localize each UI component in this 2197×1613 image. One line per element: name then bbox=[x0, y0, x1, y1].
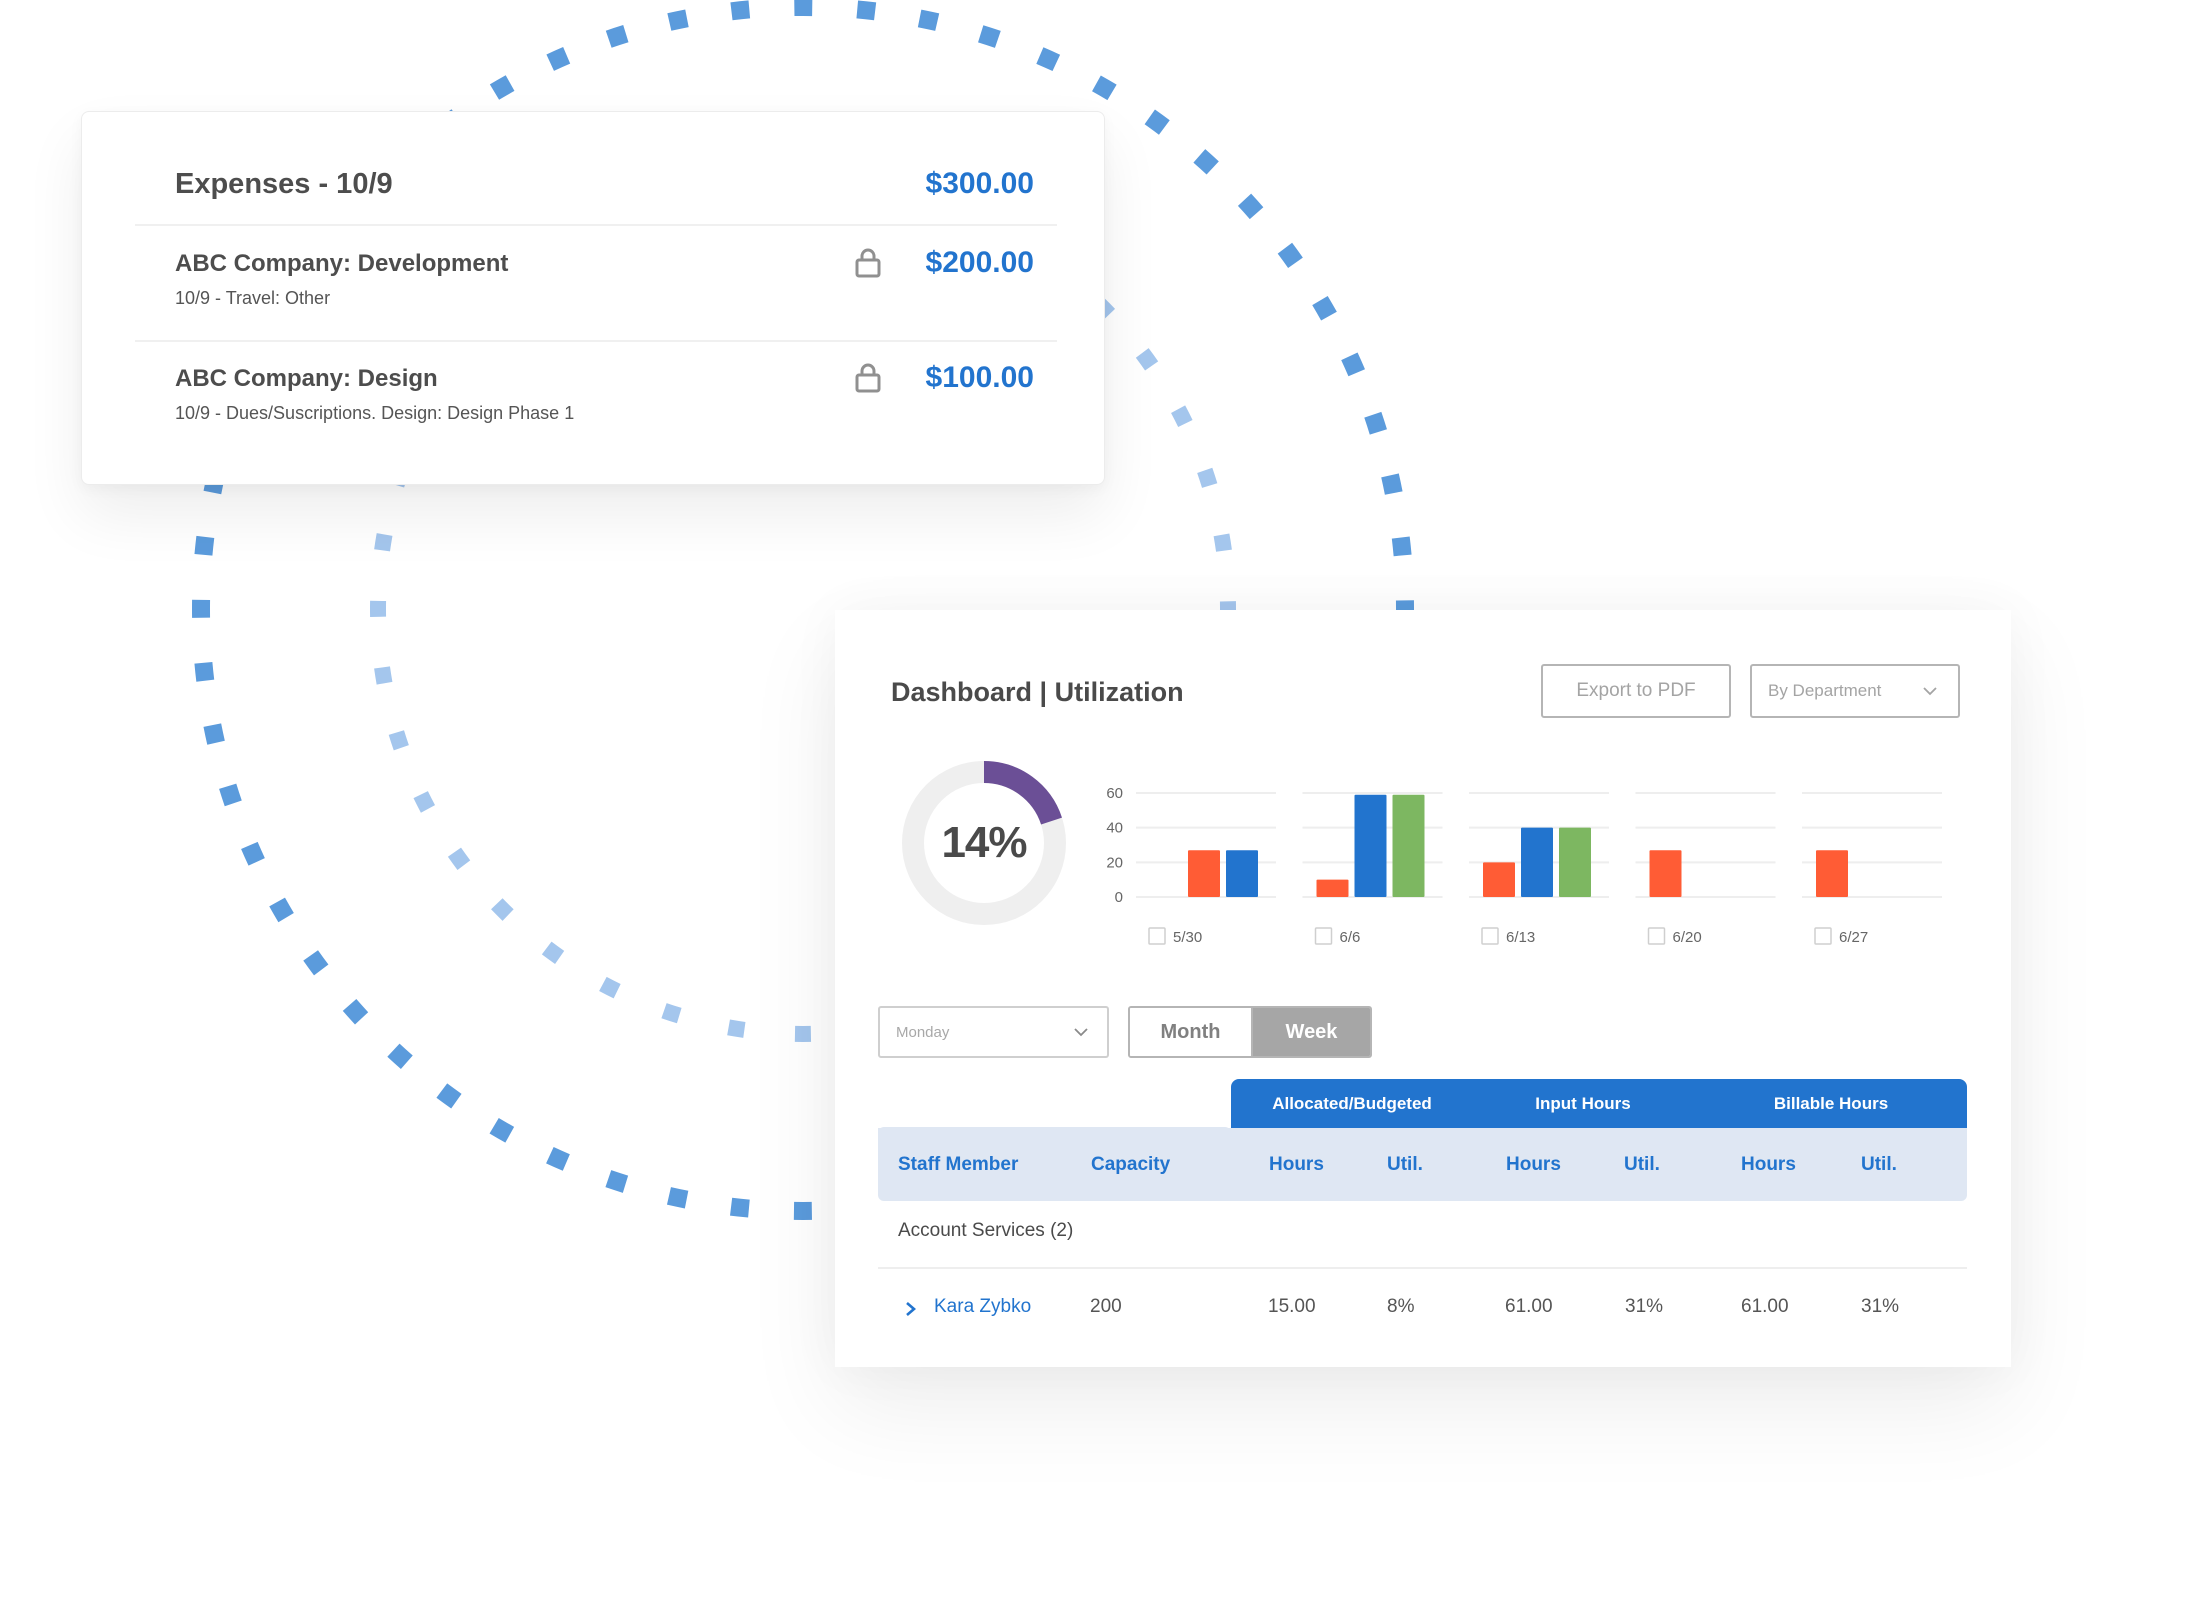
bar-blue-6-13 bbox=[1521, 827, 1553, 897]
category-checkbox[interactable] bbox=[1647, 927, 1666, 945]
col-input-util[interactable]: Util. bbox=[1624, 1128, 1660, 1201]
bar-orange-6-20 bbox=[1649, 850, 1682, 897]
billable-util-cell: 31% bbox=[1861, 1296, 1900, 1317]
chevron-down-icon bbox=[1923, 687, 1937, 696]
expense-item-title: ABC Company: Design bbox=[175, 365, 438, 392]
toggle-month[interactable]: Month bbox=[1130, 1008, 1253, 1056]
divider bbox=[878, 1267, 1967, 1269]
lock-icon bbox=[855, 248, 881, 278]
y-tick-label: 0 bbox=[1115, 889, 1123, 906]
day-select-value: Monday bbox=[896, 1023, 950, 1041]
expenses-total: $300.00 bbox=[925, 167, 1034, 200]
allocated-hours-cell: 15.00 bbox=[1268, 1296, 1316, 1317]
chevron-right-icon[interactable] bbox=[904, 1300, 918, 1318]
toggle-week[interactable]: Week bbox=[1253, 1008, 1370, 1056]
y-tick-label: 20 bbox=[1106, 854, 1123, 871]
category-checkbox[interactable] bbox=[1814, 927, 1832, 945]
col-allocated-hours[interactable]: Hours bbox=[1269, 1128, 1324, 1201]
bar-green-6-6 bbox=[1392, 794, 1425, 897]
table-group-header: Allocated/Budgeted Input Hours Billable … bbox=[1231, 1079, 1967, 1129]
staff-member-name[interactable]: Kara Zybko bbox=[934, 1296, 1031, 1318]
group-by-select[interactable]: By Department bbox=[1750, 664, 1960, 718]
utilization-percent: 14% bbox=[941, 818, 1027, 867]
expenses-title: Expenses - 10/9 bbox=[175, 168, 393, 200]
group-by-value: By Department bbox=[1768, 681, 1882, 700]
bar-green-6-13 bbox=[1559, 827, 1591, 897]
allocated-util-cell: 8% bbox=[1387, 1296, 1415, 1317]
x-category-label: 6/27 bbox=[1839, 929, 1868, 946]
utilization-bar-chart: 0 20 40 60 5/30 6/6 6/13 6/20 6/27 bbox=[1106, 785, 1942, 946]
x-category-label: 5/30 bbox=[1173, 929, 1202, 946]
group-header-input-hours: Input Hours bbox=[1535, 1094, 1631, 1113]
dashboard-utilization-card: Dashboard | Utilization Export to PDF By… bbox=[835, 610, 2011, 1367]
expense-item-title: ABC Company: Development bbox=[175, 250, 509, 277]
y-tick-label: 60 bbox=[1106, 785, 1123, 802]
input-util-cell: 31% bbox=[1625, 1296, 1664, 1317]
expenses-card: Expenses - 10/9 $300.00 ABC Company: Dev… bbox=[81, 111, 1105, 485]
expense-item-subtitle: 10/9 - Dues/Suscriptions. Design: Design… bbox=[175, 403, 575, 423]
category-checkbox[interactable] bbox=[1481, 927, 1499, 945]
y-tick-label: 40 bbox=[1106, 820, 1123, 837]
expense-item-subtitle: 10/9 - Travel: Other bbox=[175, 288, 331, 308]
lock-icon bbox=[855, 363, 881, 393]
x-category-label: 6/20 bbox=[1673, 929, 1702, 946]
col-allocated-util[interactable]: Util. bbox=[1387, 1128, 1423, 1201]
period-toggle: Month Week bbox=[1128, 1006, 1372, 1058]
category-checkbox[interactable] bbox=[1314, 927, 1333, 945]
expense-item-amount: $200.00 bbox=[925, 246, 1034, 279]
capacity-cell: 200 bbox=[1090, 1296, 1122, 1317]
day-select[interactable]: Monday bbox=[878, 1006, 1109, 1058]
export-button-label: Export to PDF bbox=[1576, 680, 1696, 701]
bar-orange-6-13 bbox=[1483, 862, 1515, 897]
col-capacity[interactable]: Capacity bbox=[1091, 1128, 1170, 1201]
col-staff-member[interactable]: Staff Member bbox=[898, 1128, 1018, 1201]
dashboard-title: Dashboard | Utilization bbox=[891, 677, 1184, 707]
divider bbox=[135, 340, 1057, 342]
input-hours-cell: 61.00 bbox=[1505, 1296, 1553, 1317]
x-category-label: 6/6 bbox=[1340, 929, 1361, 946]
col-billable-util[interactable]: Util. bbox=[1861, 1128, 1897, 1201]
col-billable-hours[interactable]: Hours bbox=[1741, 1128, 1796, 1201]
export-to-pdf-button[interactable]: Export to PDF bbox=[1541, 664, 1731, 718]
group-header-billable-hours: Billable Hours bbox=[1773, 1094, 1889, 1113]
x-category-label: 6/13 bbox=[1506, 929, 1535, 946]
bar-blue-6-6 bbox=[1354, 794, 1387, 897]
bar-orange-6-6 bbox=[1316, 879, 1349, 897]
bar-orange-5-30 bbox=[1188, 850, 1220, 897]
department-group-label: Account Services (2) bbox=[898, 1220, 1074, 1241]
chevron-down-icon bbox=[1074, 1028, 1088, 1037]
table-column-header: Staff Member Capacity Hours Util. Hours … bbox=[878, 1127, 1967, 1201]
bar-blue-5-30 bbox=[1226, 850, 1258, 897]
divider bbox=[135, 224, 1057, 226]
category-checkbox[interactable] bbox=[1148, 927, 1166, 945]
col-input-hours[interactable]: Hours bbox=[1506, 1128, 1561, 1201]
group-header-allocated: Allocated/Budgeted bbox=[1272, 1094, 1432, 1113]
billable-hours-cell: 61.00 bbox=[1741, 1296, 1789, 1317]
bar-orange-6-27 bbox=[1816, 850, 1848, 897]
expense-item-amount: $100.00 bbox=[925, 361, 1034, 394]
